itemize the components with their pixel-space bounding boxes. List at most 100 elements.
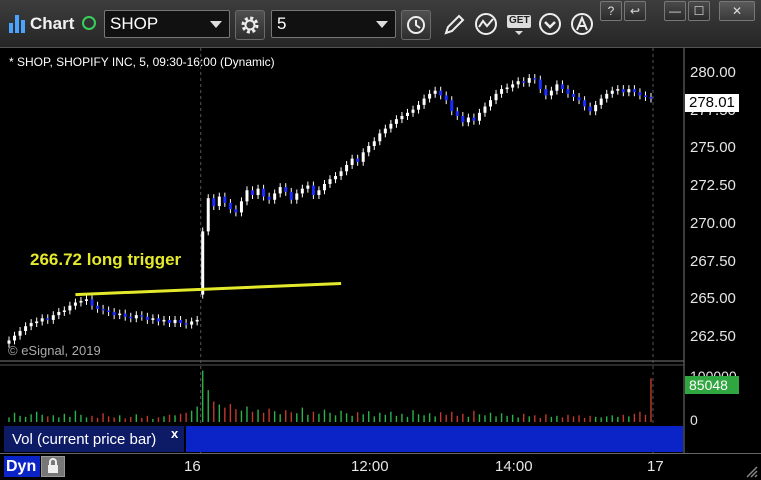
gear-icon [241, 16, 259, 34]
candle-body [394, 119, 398, 124]
close-button[interactable]: ✕ [719, 1, 755, 21]
candle-body [605, 93, 609, 99]
lock-button[interactable] [41, 456, 65, 477]
candle-body [483, 106, 487, 113]
time-tick: 16 [184, 458, 201, 475]
candle-body [322, 183, 326, 191]
price-tick: 275.00 [690, 139, 736, 156]
close-study-icon[interactable]: x [171, 426, 178, 441]
chart-toolbar: Chart SHOP 5 GET ? ↩ — ☐ ✕ [0, 0, 761, 48]
draw-tool-button[interactable] [440, 10, 468, 40]
candle-body [118, 313, 122, 316]
get-label: GET [509, 15, 530, 26]
volume-tick: 0 [690, 412, 698, 428]
candle-body [350, 158, 354, 165]
candle-body [378, 133, 382, 142]
candle-body [289, 191, 293, 200]
link-status-icon[interactable] [82, 16, 96, 30]
settings-button[interactable] [235, 10, 265, 40]
minimize-button[interactable]: — [664, 1, 686, 21]
candle-body [472, 117, 476, 121]
candle-body [179, 319, 183, 324]
candle-body [284, 187, 288, 192]
candle-body [555, 84, 559, 91]
candle-body [245, 190, 249, 202]
candle-body [300, 188, 304, 194]
candle-body [311, 185, 315, 196]
candle-body [90, 299, 94, 306]
symbol-combo[interactable]: SHOP [104, 10, 230, 38]
candle-body [251, 190, 255, 196]
candle-body [533, 78, 537, 80]
candle-body [588, 106, 592, 112]
interval-combo[interactable]: 5 [271, 10, 396, 38]
candle-body [24, 326, 28, 331]
candle-body [57, 311, 61, 316]
candle-body [505, 87, 509, 90]
candle-body [444, 95, 448, 101]
candle-body [638, 92, 642, 96]
candle-body [162, 319, 166, 322]
candle-body [417, 104, 421, 110]
candle-body [433, 90, 437, 94]
candle-body [389, 123, 393, 129]
help-button[interactable]: ? [600, 1, 622, 21]
instrument-label: * SHOP, SHOPIFY INC, 5, 09:30-16:00 (Dyn… [9, 55, 275, 69]
candle-body [145, 316, 149, 320]
candle-body [13, 335, 17, 341]
candle-body [68, 305, 72, 311]
candle-body [400, 115, 404, 120]
pencil-icon [444, 14, 465, 35]
candle-body [107, 310, 111, 312]
candle-body [262, 188, 266, 197]
dynamic-mode-button[interactable]: Dyn [4, 456, 40, 477]
resize-grip-icon[interactable] [744, 464, 758, 478]
time-tick: 14:00 [495, 458, 533, 475]
candle-body [489, 100, 492, 107]
candle-body [212, 198, 216, 207]
candle-body [223, 196, 227, 203]
studies-button[interactable] [473, 10, 501, 40]
trigger-annotation[interactable]: 266.72 long trigger [30, 250, 181, 270]
candle-body [173, 319, 177, 324]
candle-body [405, 112, 409, 116]
interval-value: 5 [277, 14, 287, 33]
candle-body [306, 185, 310, 189]
volume-legend[interactable]: Vol (current price bar) [4, 426, 184, 452]
candle-body [339, 171, 343, 177]
candle-body [544, 89, 548, 96]
candle-body [538, 79, 542, 90]
candle-body [156, 318, 160, 322]
candle-body [522, 81, 526, 83]
candle-body [621, 89, 625, 93]
candle-body [184, 323, 188, 325]
candle-body [372, 141, 376, 147]
candle-body [123, 313, 127, 317]
chevron-down-circle-icon [539, 13, 561, 35]
candle-body [566, 89, 570, 94]
candle-body [79, 300, 83, 303]
candle-body [572, 93, 576, 98]
time-template-button[interactable] [401, 10, 431, 40]
alert-button[interactable] [569, 10, 597, 40]
price-tick: 262.50 [690, 328, 736, 345]
app-title: Chart [30, 14, 75, 33]
candle-body [516, 81, 520, 85]
candle-body [439, 90, 443, 96]
candle-body [627, 89, 631, 93]
maximize-button[interactable]: ☐ [688, 1, 710, 21]
next-button[interactable] [537, 10, 565, 40]
candle-body [411, 109, 415, 113]
candle-body [334, 176, 338, 180]
candle-body [151, 318, 155, 320]
candle-body [610, 90, 614, 94]
candle-body [140, 315, 144, 317]
candle-body [632, 89, 636, 93]
candle-body [599, 98, 603, 105]
candle-body [466, 117, 470, 123]
candle-body [577, 97, 581, 101]
candle-body [367, 146, 371, 153]
undock-button[interactable]: ↩ [624, 1, 646, 21]
get-data-button[interactable]: GET [505, 10, 533, 40]
volume-value-tag: 85048 [685, 376, 739, 394]
